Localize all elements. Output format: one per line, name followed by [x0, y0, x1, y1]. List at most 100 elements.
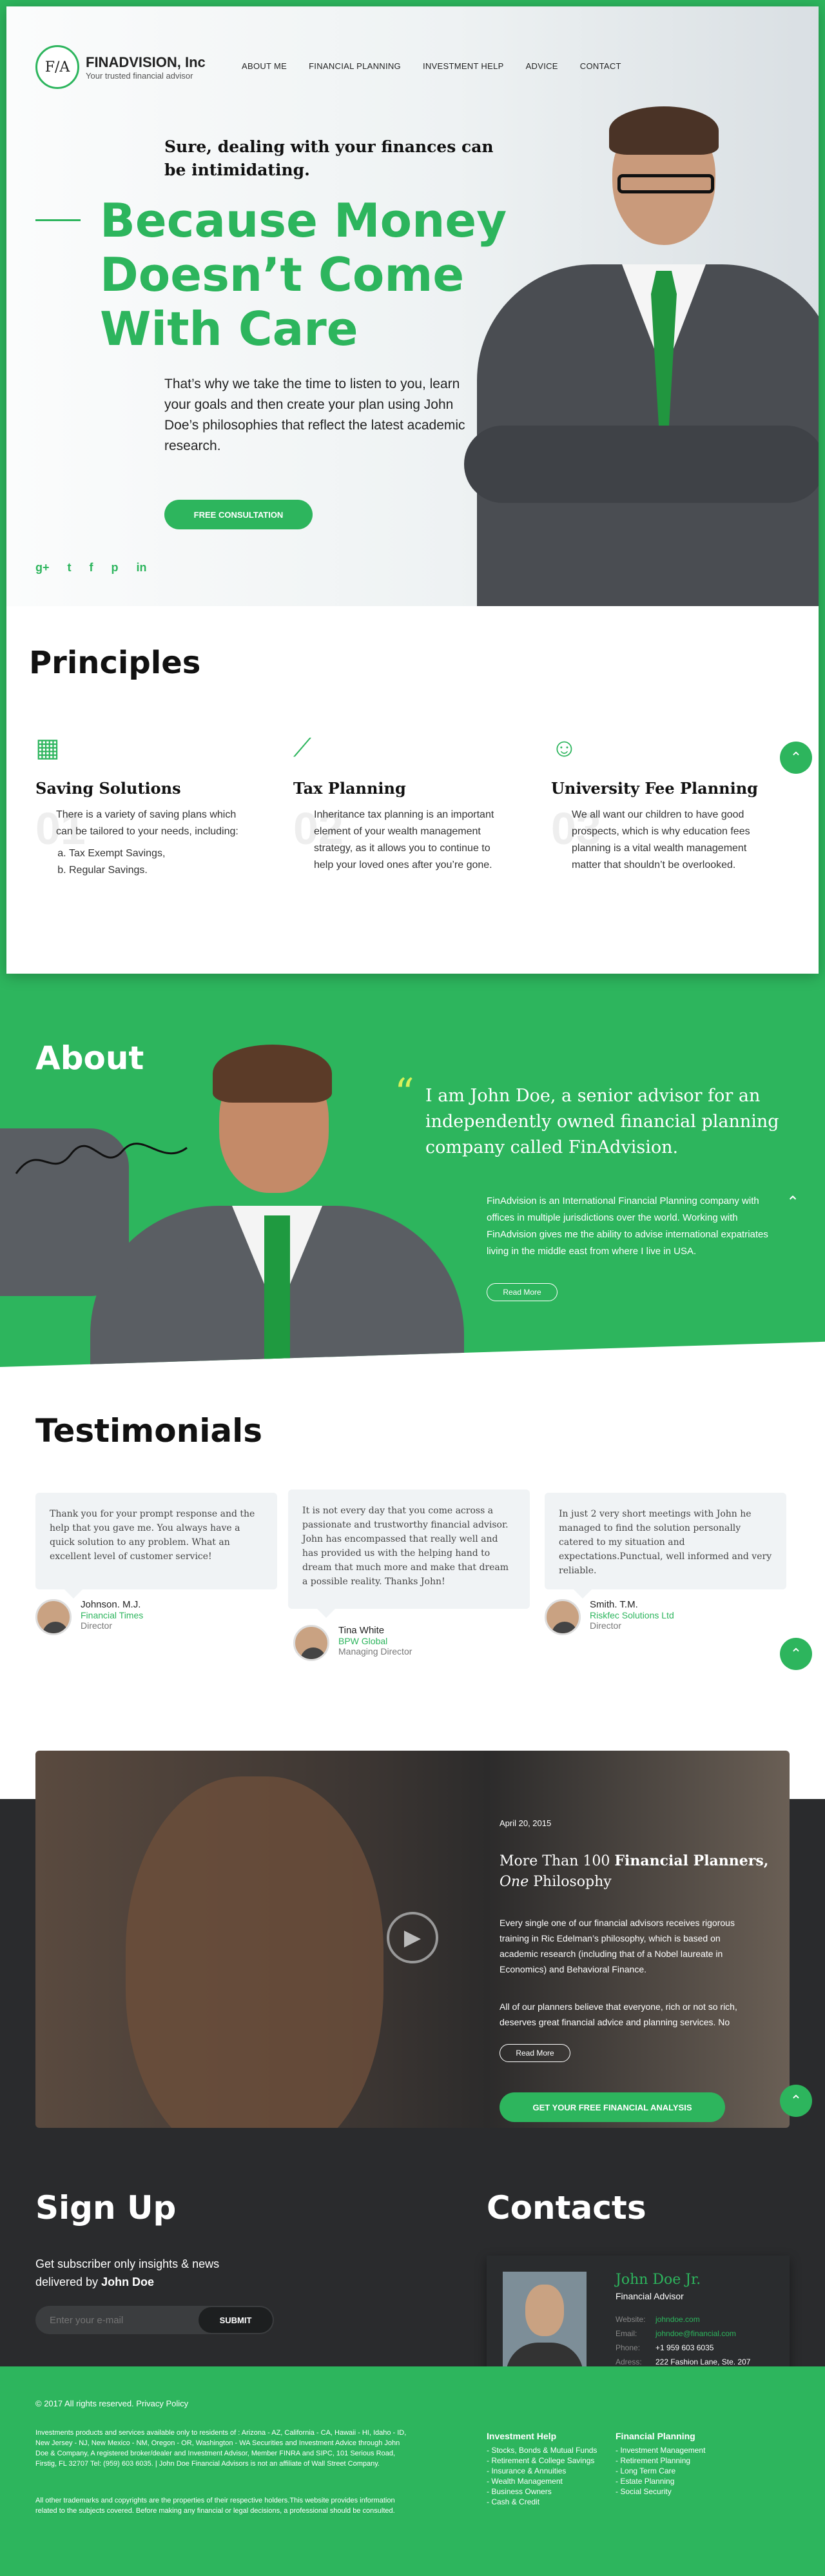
- contact-phone: Phone: +1 959 603 6035: [616, 2343, 714, 2352]
- principle-saving: ▦ Saving Solutions 01 There is a variety…: [35, 729, 255, 879]
- author-company[interactable]: Riskfec Solutions Ltd: [590, 1610, 674, 1620]
- contact-email: Email: johndoe@financial.com: [616, 2329, 736, 2338]
- hero-dash: [35, 219, 81, 221]
- about-text: FinAdvision is an International Financia…: [487, 1195, 768, 1257]
- avatar: [35, 1599, 72, 1635]
- hero-lead: That’s why we take the time to listen to…: [164, 377, 465, 453]
- nav-financial-planning[interactable]: FINANCIAL PLANNING: [309, 61, 401, 71]
- footer-link[interactable]: Estate Planning: [616, 2476, 738, 2486]
- author-role: Managing Director: [338, 1646, 412, 1657]
- logo-mark: F/A: [35, 45, 79, 89]
- principle-title: Tax Planning: [293, 779, 406, 798]
- scroll-top-button[interactable]: ⌃: [780, 2085, 812, 2117]
- quote-icon: “: [394, 1070, 414, 1116]
- footer-link[interactable]: Social Security: [616, 2486, 738, 2497]
- contacts-title: Contacts: [487, 2189, 646, 2227]
- brand-tagline: Your trusted financial advisor: [86, 70, 193, 81]
- author-company[interactable]: BPW Global: [338, 1636, 412, 1646]
- principle-text: Inheritance tax planning is an important…: [314, 809, 494, 870]
- footer-note: All other trademarks and copyrights are …: [35, 2497, 395, 2515]
- signup-form: SUBMIT: [35, 2306, 274, 2334]
- author-role: Director: [590, 1620, 622, 1631]
- submit-button[interactable]: SUBMIT: [199, 2307, 273, 2333]
- principle-text: We all want our children to have good pr…: [572, 809, 750, 870]
- hero-section: F/A FINADVISION, Inc Your trusted financ…: [6, 6, 819, 606]
- author-company[interactable]: Financial Times: [81, 1610, 143, 1620]
- play-icon[interactable]: ▶: [387, 1912, 438, 1963]
- contact-role: Financial Advisor: [616, 2291, 684, 2301]
- footer-link[interactable]: Insurance & Annuities: [487, 2466, 609, 2476]
- social-links: g+ t f p in: [35, 561, 147, 575]
- video-title: More Than 100 Financial Planners, One Phi…: [500, 1853, 769, 1890]
- nav-investment-help[interactable]: INVESTMENT HELP: [423, 61, 504, 71]
- testimonial-card: Thank you for your prompt response and t…: [35, 1493, 277, 1598]
- signup-title: Sign Up: [35, 2189, 177, 2227]
- money-icon: ▦: [35, 734, 60, 762]
- testimonial-card: It is not every day that you come across…: [288, 1490, 530, 1618]
- principle-title: University Fee Planning: [551, 779, 758, 798]
- video-paragraph: Every single one of our financial adviso…: [500, 1918, 735, 1974]
- footer-link[interactable]: Retirement Planning: [616, 2455, 738, 2466]
- facebook-icon[interactable]: f: [90, 561, 93, 575]
- footer-col-planning: Financial Planning Investment Management…: [616, 2431, 738, 2497]
- testimonial-author: Tina White BPW Global Managing Director: [293, 1625, 412, 1661]
- about-quote: I am John Doe, a senior advisor for an i…: [425, 1086, 779, 1157]
- footer-col-title: Financial Planning: [616, 2431, 695, 2441]
- linkedin-icon[interactable]: in: [137, 561, 147, 575]
- hero-headline: Because Money Doesn’t Come With Care: [100, 193, 507, 356]
- footer-col-title: Investment Help: [487, 2431, 557, 2441]
- testimonial-author: Smith. T.M. Riskfec Solutions Ltd Direct…: [545, 1599, 674, 1635]
- footer-link[interactable]: Business Owners: [487, 2486, 609, 2497]
- twitter-icon[interactable]: t: [68, 561, 72, 575]
- email-field[interactable]: [35, 2314, 199, 2326]
- footer-copyright: © 2017 All rights reserved. Privacy Poli…: [35, 2399, 189, 2408]
- nav-advice[interactable]: ADVICE: [526, 61, 558, 71]
- principle-text: There is a variety of saving plans which…: [56, 807, 255, 879]
- footer: © 2017 All rights reserved. Privacy Poli…: [0, 2366, 825, 2576]
- video-paragraph: All of our planners believe that everyon…: [500, 2001, 737, 2027]
- video-date: April 20, 2015: [500, 1818, 552, 1828]
- google-plus-icon[interactable]: g+: [35, 561, 50, 575]
- free-consultation-button[interactable]: FREE CONSULTATION: [164, 500, 313, 529]
- scroll-top-button[interactable]: ⌃: [780, 1638, 812, 1670]
- chart-icon: ⟋: [293, 734, 311, 762]
- footer-link[interactable]: Cash & Credit: [487, 2497, 609, 2507]
- author-name: Smith. T.M.: [590, 1599, 638, 1610]
- about-read-more-button[interactable]: Read More: [487, 1283, 558, 1301]
- free-analysis-button[interactable]: GET YOUR FREE FINANCIAL ANALYSIS: [500, 2092, 725, 2122]
- smile-icon: ☺: [551, 734, 578, 762]
- contact-photo: [503, 2272, 587, 2378]
- signature-icon: [15, 1143, 188, 1174]
- footer-link[interactable]: Wealth Management: [487, 2476, 609, 2486]
- brand-name: FINADVISION, Inc: [86, 54, 206, 70]
- chevron-up-icon[interactable]: ⌃: [786, 1193, 799, 1212]
- avatar: [545, 1599, 581, 1635]
- brand-logo[interactable]: F/A FINADVISION, Inc Your trusted financ…: [35, 45, 206, 89]
- list-item: Regular Savings.: [69, 862, 255, 879]
- principles-title: Principles: [29, 645, 201, 681]
- nav-about-me[interactable]: ABOUT ME: [242, 61, 287, 71]
- author-name: Johnson. M.J.: [81, 1599, 141, 1610]
- footer-link[interactable]: Stocks, Bonds & Mutual Funds: [487, 2445, 609, 2455]
- main-nav: ABOUT ME FINANCIAL PLANNING INVESTMENT H…: [242, 61, 621, 71]
- testimonial-author: Johnson. M.J. Financial Times Director: [35, 1599, 143, 1635]
- video-read-more-button[interactable]: Read More: [500, 2044, 570, 2062]
- footer-link[interactable]: Investment Management: [616, 2445, 738, 2455]
- footer-link[interactable]: Retirement & College Savings: [487, 2455, 609, 2466]
- author-name: Tina White: [338, 1625, 385, 1636]
- principle-tax: ⟋ Tax Planning 02 Inheritance tax planni…: [293, 729, 512, 874]
- principle-title: Saving Solutions: [35, 779, 181, 798]
- list-item: Tax Exempt Savings,: [69, 845, 255, 862]
- testimonial-card: In just 2 very short meetings with John …: [545, 1493, 786, 1598]
- testimonials-title: Testimonials: [35, 1412, 263, 1450]
- video-thumbnail: [126, 1776, 383, 2128]
- contact-website: Website: johndoe.com: [616, 2315, 700, 2324]
- nav-contact[interactable]: CONTACT: [580, 61, 621, 71]
- pinterest-icon[interactable]: p: [112, 561, 119, 575]
- about-title: About: [35, 1039, 144, 1077]
- contact-name: John Doe Jr.: [616, 2272, 701, 2288]
- footer-link[interactable]: Long Term Care: [616, 2466, 738, 2476]
- principle-university: ☺ University Fee Planning 03 We all want…: [551, 729, 770, 874]
- hero-pretitle: Sure, dealing with your finances can be …: [164, 137, 494, 179]
- scroll-top-button[interactable]: ⌃: [780, 742, 812, 774]
